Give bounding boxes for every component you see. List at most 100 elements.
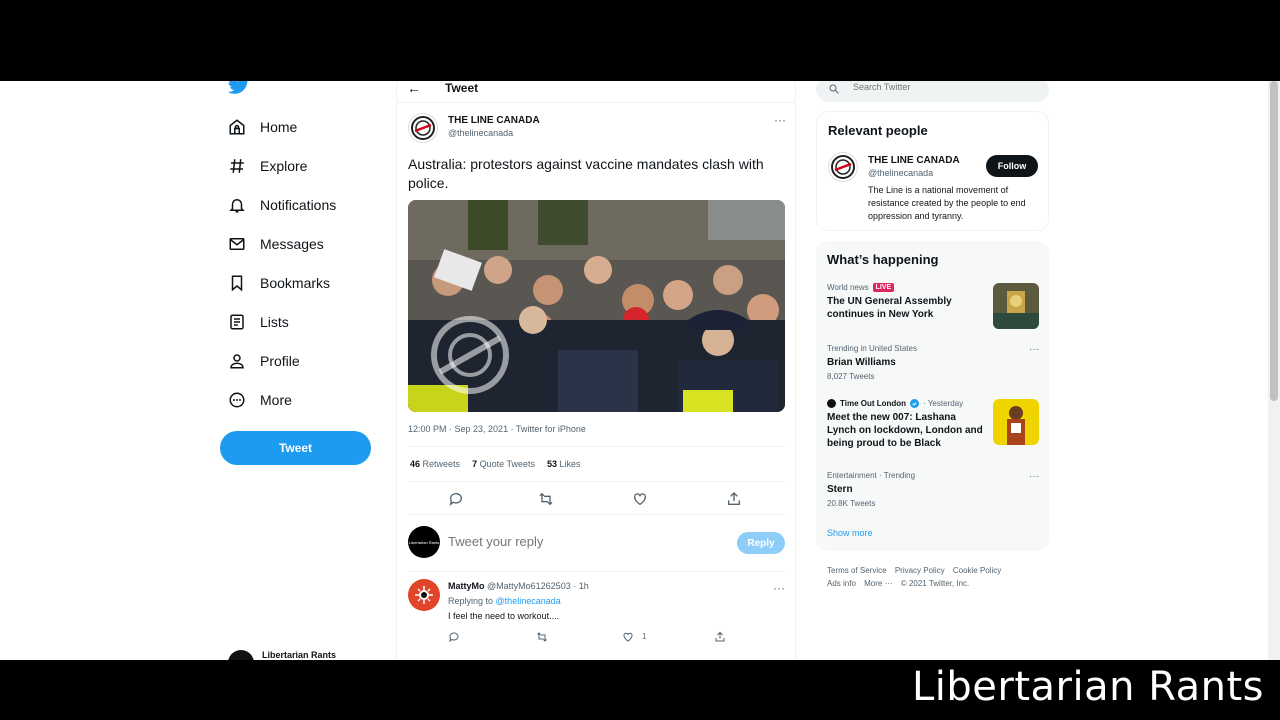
trend-title: Stern xyxy=(827,484,853,495)
watermark: Libertarian Rants xyxy=(912,664,1264,710)
relevant-people-card: Relevant people THE LINE CANADA @theline… xyxy=(816,111,1049,231)
relevant-name[interactable]: THE LINE CANADA xyxy=(868,155,960,166)
nav-lists-label: Lists xyxy=(260,314,289,330)
protest-photo xyxy=(408,200,785,412)
page-title: Tweet xyxy=(445,81,479,95)
relevant-handle[interactable]: @thelinecanada xyxy=(868,168,933,178)
tweet-meta: 12:00 PM · Sep 23, 2021 · Twitter for iP… xyxy=(408,424,586,434)
hashtag-icon xyxy=(230,159,244,173)
retweet-icon[interactable] xyxy=(536,631,548,643)
comment-text: I feel the need to workout.... xyxy=(448,611,560,621)
nav-home[interactable]: Home xyxy=(228,112,297,142)
tweet-stats: 46 Retweets 7 Quote Tweets 53 Likes xyxy=(410,459,581,469)
nav-messages[interactable]: Messages xyxy=(228,229,324,259)
home-icon xyxy=(229,119,245,135)
relevant-bio: The Line is a national movement of resis… xyxy=(868,185,1026,221)
twitter-page: Home Explore Notifications Messages Book… xyxy=(0,81,1280,660)
search-input[interactable] xyxy=(853,82,1033,92)
twitter-bird-icon[interactable] xyxy=(228,81,250,95)
footer-more[interactable]: More ··· xyxy=(864,579,892,588)
whats-happening-title: What’s happening xyxy=(827,252,939,267)
author-handle[interactable]: @thelinecanada xyxy=(448,128,513,138)
scrollbar[interactable] xyxy=(1268,81,1280,660)
follow-button[interactable]: Follow xyxy=(986,155,1038,177)
reply-icon[interactable] xyxy=(448,491,464,507)
nav-notifications[interactable]: Notifications xyxy=(228,190,336,220)
like-icon[interactable] xyxy=(622,631,634,643)
trend-title: Meet the new 007: Lashana Lynch on lockd… xyxy=(827,412,983,449)
search-icon xyxy=(829,84,839,94)
divider xyxy=(408,571,785,572)
footer-cookie[interactable]: Cookie Policy xyxy=(953,566,1001,575)
tweet-button[interactable]: Tweet xyxy=(220,431,371,465)
live-badge: LIVE xyxy=(872,283,895,292)
comment-avatar[interactable] xyxy=(408,579,440,611)
replying-to-link[interactable]: @thelinecanada xyxy=(496,596,561,606)
bookmark-icon xyxy=(231,275,243,292)
divider xyxy=(408,481,785,482)
retweets-stat[interactable]: 46 Retweets xyxy=(410,459,460,469)
main-column: ← Tweet THE LINE CANADA @thelinecanada ·… xyxy=(396,81,796,660)
sun-icon xyxy=(415,586,433,604)
reply-tweet[interactable]: MattyMo @MattyMo61262503 · 1h ··· Replyi… xyxy=(408,579,785,649)
retweet-icon[interactable] xyxy=(538,491,554,507)
reply-input[interactable] xyxy=(448,534,668,549)
tweet-author: THE LINE CANADA @thelinecanada ··· xyxy=(408,113,786,143)
share-icon[interactable] xyxy=(726,491,742,507)
letterbox-top xyxy=(0,0,1280,81)
relevant-avatar[interactable] xyxy=(828,152,858,182)
main-header: ← Tweet xyxy=(397,81,795,103)
relevant-people-title: Relevant people xyxy=(828,123,928,138)
comment-replying-to: Replying to @thelinecanada xyxy=(448,596,561,606)
nav-lists[interactable]: Lists xyxy=(228,307,289,337)
footer-copyright: © 2021 Twitter, Inc. xyxy=(900,579,970,588)
no-surrender-logo-icon xyxy=(411,116,435,140)
tweet-more-icon[interactable]: ··· xyxy=(774,113,786,127)
share-icon[interactable] xyxy=(714,631,726,643)
comment-name[interactable]: MattyMo xyxy=(448,581,485,591)
quotes-stat[interactable]: 7 Quote Tweets xyxy=(472,459,535,469)
footer-links: Terms of Service Privacy Policy Cookie P… xyxy=(827,564,1047,590)
author-avatar[interactable] xyxy=(408,113,438,143)
whats-happening-card: What’s happening World news LIVE The UN G… xyxy=(816,241,1049,551)
nav-bookmarks-label: Bookmarks xyxy=(260,275,331,291)
like-icon[interactable] xyxy=(632,491,648,507)
nav-profile-label: Profile xyxy=(260,353,300,369)
nav-bookmarks[interactable]: Bookmarks xyxy=(228,268,330,298)
trend-item[interactable]: Entertainment · Trending Stern 20.8K Twe… xyxy=(827,471,1039,508)
author-name[interactable]: THE LINE CANADA xyxy=(448,115,540,126)
left-nav: Home Explore Notifications Messages Book… xyxy=(220,81,380,660)
nav-more-label: More xyxy=(260,392,292,408)
reply-button[interactable]: Reply xyxy=(737,532,785,554)
envelope-icon xyxy=(229,238,245,250)
trend-more-icon[interactable]: ··· xyxy=(1029,344,1039,355)
footer-terms[interactable]: Terms of Service xyxy=(827,566,887,575)
trend-item[interactable]: World news LIVE The UN General Assembly c… xyxy=(827,283,1039,329)
tweet-text: Australia: protestors against vaccine ma… xyxy=(408,156,764,191)
account-switcher[interactable]: Libertarian Rants xyxy=(228,650,336,660)
trend-thumbnail xyxy=(993,399,1039,445)
comment-actions: 1 xyxy=(448,631,728,645)
footer-privacy[interactable]: Privacy Policy xyxy=(895,566,945,575)
tweet-actions xyxy=(408,491,785,511)
nav-explore[interactable]: Explore xyxy=(228,151,307,181)
tweet-media[interactable] xyxy=(408,200,785,412)
likes-stat[interactable]: 53 Likes xyxy=(547,459,581,469)
reply-composer: Libertarian Rants Reply xyxy=(408,526,785,560)
comment-more-icon[interactable]: ··· xyxy=(773,581,785,595)
show-more-link[interactable]: Show more xyxy=(827,528,873,538)
search-bar[interactable] xyxy=(816,81,1049,102)
nav-profile[interactable]: Profile xyxy=(228,346,300,376)
reply-icon[interactable] xyxy=(448,631,460,643)
scrollbar-thumb[interactable] xyxy=(1270,81,1278,401)
nav-home-label: Home xyxy=(260,119,298,135)
nav-more[interactable]: More xyxy=(228,385,292,415)
trend-item[interactable]: Time Out London · Yesterday Meet the new… xyxy=(827,399,1039,450)
trend-more-icon[interactable]: ··· xyxy=(1029,471,1039,482)
trend-count: 20.8K Tweets xyxy=(827,499,876,508)
no-surrender-logo-icon xyxy=(831,155,855,179)
footer-ads-info[interactable]: Ads info xyxy=(827,579,856,588)
trend-item[interactable]: Trending in United States Brian Williams… xyxy=(827,344,1039,381)
trend-thumbnail xyxy=(993,283,1039,329)
back-arrow-icon[interactable]: ← xyxy=(407,81,421,96)
